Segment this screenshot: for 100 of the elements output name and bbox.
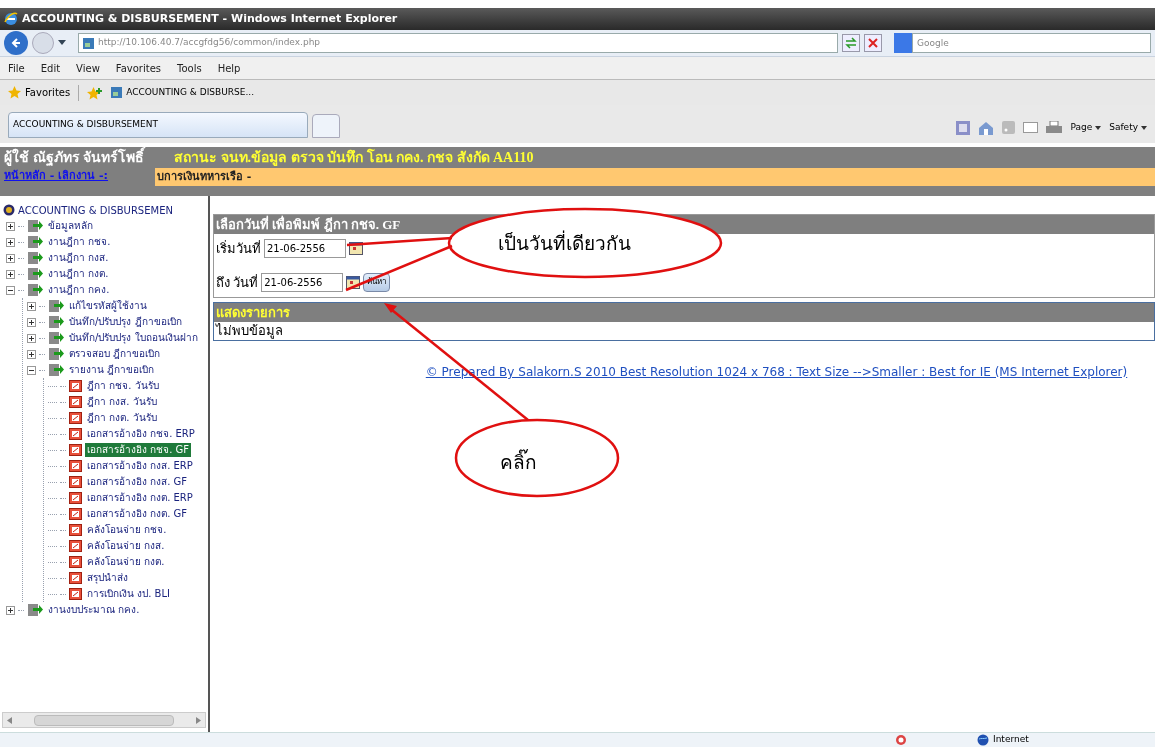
tree-item[interactable]: เอกสารอ้างอิง กงต. ERP	[85, 491, 195, 505]
report-icon	[69, 380, 82, 392]
tree-item[interactable]: งานฎีกา กงต.	[46, 267, 111, 281]
tree-item[interactable]: งานฎีกา กงส.	[46, 251, 111, 265]
collapse-icon[interactable]	[6, 285, 15, 295]
menu-item[interactable]: Favorites	[115, 60, 161, 76]
tree-item[interactable]: สรุปนำส่ง	[85, 571, 130, 585]
field-label: เริ่มวันที่	[216, 239, 261, 258]
caret-icon[interactable]	[1095, 125, 1102, 130]
tree-item[interactable]: รายงาน ฎีกาขอเบิก	[67, 363, 157, 377]
home-icon[interactable]	[978, 120, 995, 135]
date-field[interactable]: 21-06-2556	[261, 272, 344, 292]
expand-icon[interactable]	[27, 349, 36, 359]
browser-logo-icon	[4, 12, 18, 26]
tree-item[interactable]: ฎีกา กงต. วันรับ	[85, 411, 159, 425]
favorite-link[interactable]: ACCOUNTING & DISBURSE...	[126, 85, 255, 100]
user-status: สถานะ จนท.ข้อมูล ตรวจ บันทึก โอน กคง. กชจ สังกัด AA110	[174, 147, 534, 168]
expand-icon[interactable]	[27, 317, 36, 327]
globe-icon	[977, 734, 989, 746]
menu-item[interactable]: Edit	[40, 60, 61, 76]
back-arrow-icon	[10, 37, 22, 49]
callout-text: คลิ๊ก	[500, 448, 537, 475]
tree-item[interactable]: คลังโอนจ่าย กงส.	[85, 539, 167, 553]
close-icon[interactable]	[864, 34, 882, 52]
report-icon	[69, 588, 82, 600]
page-icon	[111, 87, 123, 98]
tree-item[interactable]: ฎีกา กชจ. วันรับ	[85, 379, 161, 393]
user-name: ผู้ใช้ ณัฐภัทร จันทร์โพธิ์	[4, 147, 144, 168]
folder-page-icon	[27, 283, 43, 297]
expand-icon[interactable]	[6, 237, 15, 247]
folder-page-icon	[48, 363, 64, 377]
refresh-icon[interactable]	[842, 34, 860, 52]
search-field[interactable]: Google	[912, 33, 1151, 53]
favorites-button[interactable]: Favorites	[25, 85, 71, 100]
window-title: ACCOUNTING & DISBURSEMENT - Windows Internet Explorer	[22, 10, 398, 27]
expand-icon[interactable]	[27, 301, 36, 311]
tree-item[interactable]: ข้อมูลหลัก	[46, 219, 95, 233]
tree-item[interactable]: คลังโอนจ่าย กงต.	[85, 555, 167, 569]
folder-page-icon	[48, 315, 64, 329]
folder-page-icon	[27, 251, 43, 265]
date-field[interactable]: 21-06-2556	[264, 239, 346, 259]
add-favorite-icon[interactable]	[87, 85, 104, 100]
tree-item[interactable]: เอกสารอ้างอิง กงต. GF	[85, 507, 190, 521]
address-field[interactable]: http://10.106.40.7/accgfdg56/common/index.php	[78, 33, 838, 53]
search-engine-icon	[894, 33, 912, 53]
menu-item[interactable]: Help	[217, 60, 241, 76]
tree-item[interactable]: เอกสารอ้างอิง กชจ. GF	[85, 443, 192, 457]
printer-icon[interactable]	[1046, 120, 1063, 135]
results-header: แสดงรายการ	[214, 303, 1154, 322]
tree-item[interactable]: แก้ไขรหัสผู้ใช้งาน	[67, 299, 149, 313]
zone-label: Internet	[993, 733, 1029, 747]
horizontal-scrollbar[interactable]	[2, 712, 206, 728]
menu-item[interactable]: View	[76, 60, 100, 76]
command-menu[interactable]: Page	[1070, 120, 1093, 135]
menu-item[interactable]: File	[8, 60, 25, 76]
caret-icon[interactable]	[1141, 125, 1147, 130]
tree-item[interactable]: บันทึก/ปรับปรุง ใบถอนเงินฝาก	[67, 331, 200, 345]
collapse-icon[interactable]	[27, 365, 36, 375]
browser-tab[interactable]: ACCOUNTING & DISBURSEMENT	[8, 112, 308, 138]
dropdown-caret-icon[interactable]	[58, 40, 66, 46]
tree-item[interactable]: ตรวจสอบ ฎีกาขอเบิก	[67, 347, 163, 361]
tree-item[interactable]: การเบิกเงิน งป. BLI	[85, 587, 172, 601]
tree-item[interactable]: งานฎีกา กคง.	[46, 283, 112, 297]
scroll-thumb[interactable]	[34, 714, 174, 726]
scroll-right-icon[interactable]	[196, 716, 201, 724]
report-icon	[69, 524, 82, 536]
expand-icon[interactable]	[6, 269, 15, 279]
folder-page-icon	[48, 331, 64, 345]
report-icon	[69, 572, 82, 584]
command-menu[interactable]: Safety	[1109, 120, 1138, 135]
star-icon	[8, 86, 21, 99]
tree-item[interactable]: งานงบประมาณ กคง.	[46, 603, 142, 617]
feeds-icon[interactable]	[956, 120, 971, 135]
report-icon	[69, 444, 82, 456]
url-text: http://10.106.40.7/accgfdg56/common/index.php	[98, 36, 321, 50]
back-button[interactable]	[4, 31, 28, 55]
mail-icon[interactable]	[1023, 122, 1039, 133]
tree-item[interactable]: ฎีกา กงส. วันรับ	[85, 395, 159, 409]
expand-icon[interactable]	[6, 221, 15, 231]
field-label: ถึง วันที่	[216, 273, 259, 292]
expand-icon[interactable]	[6, 605, 15, 615]
tree-item[interactable]: เอกสารอ้างอิง กชจ. ERP	[85, 427, 197, 441]
tree-root[interactable]: ACCOUNTING & DISBURSEMEN	[18, 202, 173, 218]
tree-item[interactable]: บันทึก/ปรับปรุง ฎีกาขอเบิก	[67, 315, 184, 329]
expand-icon[interactable]	[27, 333, 36, 343]
tree-item[interactable]: คลังโอนจ่าย กชจ.	[85, 523, 169, 537]
scroll-left-icon[interactable]	[7, 716, 12, 724]
root-icon	[3, 204, 15, 216]
expand-icon[interactable]	[6, 253, 15, 263]
report-icon	[69, 508, 82, 520]
tree-item[interactable]: เอกสารอ้างอิง กงส. ERP	[85, 459, 195, 473]
tree-item[interactable]: งานฎีกา กชจ.	[46, 235, 113, 249]
folder-page-icon	[48, 299, 64, 313]
menu-item[interactable]: Tools	[177, 60, 202, 76]
report-icon	[69, 460, 82, 472]
folder-page-icon	[27, 603, 43, 617]
tree-item[interactable]: เอกสารอ้างอิง กงส. GF	[85, 475, 190, 489]
report-icon	[69, 412, 82, 424]
report-icon	[69, 396, 82, 408]
page-icon	[83, 37, 94, 49]
